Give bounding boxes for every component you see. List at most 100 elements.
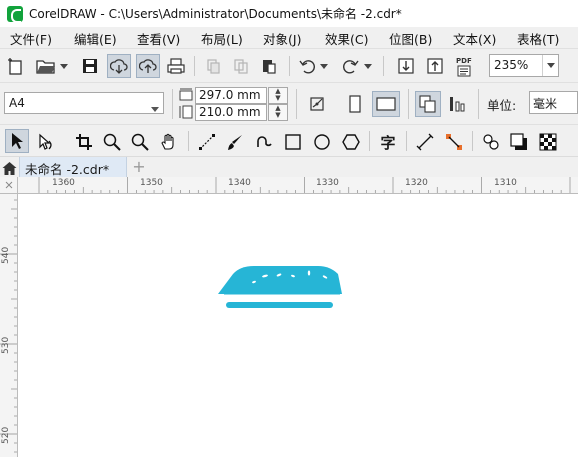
ruler-label: 1350	[140, 178, 163, 188]
drawing-canvas[interactable]	[18, 194, 578, 457]
zoom-level-value: 235%	[494, 58, 529, 72]
chevron-down-icon[interactable]	[542, 55, 558, 76]
landscape-icon[interactable]	[372, 91, 400, 117]
tab-document-label: 未命名 -2.cdr*	[25, 162, 110, 177]
portrait-icon[interactable]	[345, 93, 365, 115]
page-width-field[interactable]: 297.0 mm	[195, 87, 267, 104]
page-size-select[interactable]: A4	[4, 92, 164, 114]
menu-layout[interactable]: 布局(L)	[201, 29, 243, 48]
cloud-upload-icon[interactable]	[136, 54, 160, 78]
freehand-tool-icon[interactable]	[196, 131, 218, 153]
import-icon[interactable]	[396, 56, 416, 76]
zoom-tool-icon[interactable]	[101, 131, 123, 153]
artistic-media-tool-icon[interactable]	[224, 131, 246, 153]
toolbar-separator	[194, 56, 195, 76]
burger-bun-artwork[interactable]	[218, 266, 342, 308]
menu-effects[interactable]: 效果(C)	[325, 29, 368, 48]
toolbox: 字	[0, 124, 578, 156]
page-height-field[interactable]: 210.0 mm	[195, 104, 267, 121]
menu-view[interactable]: 查看(V)	[137, 29, 180, 48]
ellipse-tool-icon[interactable]	[311, 131, 333, 153]
export-icon[interactable]	[425, 56, 445, 76]
bezier-tool-icon[interactable]	[252, 131, 274, 153]
zoom-out-tool-icon[interactable]	[129, 131, 151, 153]
transparency-tool-icon[interactable]	[537, 131, 559, 153]
ruler-label: 520	[1, 426, 11, 444]
publish-pdf-icon[interactable]: PDF	[453, 54, 477, 78]
pdf-label: PDF	[456, 57, 472, 65]
redo-icon[interactable]	[341, 56, 361, 76]
window-title: CorelDRAW - C:\Users\Administrator\Docum…	[29, 7, 402, 21]
menu-text[interactable]: 文本(X)	[453, 29, 496, 48]
cut-icon[interactable]	[203, 56, 223, 76]
ruler-label: 1330	[316, 178, 339, 188]
print-icon[interactable]	[166, 56, 186, 76]
toolbar-separator	[369, 131, 370, 151]
ruler-label: 1320	[405, 178, 428, 188]
height-stepper[interactable]: ▲ ▼	[268, 104, 288, 121]
document-tab-bar: 未命名 -2.cdr* +	[0, 156, 578, 178]
parallel-dimension-tool-icon[interactable]	[414, 131, 436, 153]
tab-document[interactable]: 未命名 -2.cdr*	[19, 157, 127, 178]
pan-tool-icon[interactable]	[158, 131, 180, 153]
undo-icon[interactable]	[297, 56, 317, 76]
ruler-origin[interactable]	[0, 177, 18, 194]
toolbar-separator	[408, 89, 409, 119]
connector-tool-icon[interactable]	[443, 131, 465, 153]
menu-bar: 文件(F) 编辑(E) 查看(V) 布局(L) 对象(J) 效果(C) 位图(B…	[0, 27, 578, 48]
coreldraw-logo-icon	[7, 5, 23, 23]
save-icon[interactable]	[80, 56, 100, 76]
page-size-value: A4	[9, 96, 25, 110]
zoom-level-combo[interactable]: 235%	[489, 54, 559, 77]
current-page-icon[interactable]	[446, 93, 468, 115]
ruler-label: 1360	[52, 178, 75, 188]
vertical-ruler[interactable]: 540 530 520	[0, 194, 18, 457]
toolbar-separator	[472, 131, 473, 151]
cloud-download-icon[interactable]	[107, 54, 131, 78]
toolbar-separator	[478, 89, 479, 119]
add-tab-button[interactable]: +	[131, 159, 147, 175]
undo-dropdown-icon[interactable]	[319, 60, 329, 72]
chevron-down-icon	[151, 101, 159, 115]
units-label: 单位:	[487, 98, 517, 113]
standard-toolbar: PDF 235%	[0, 48, 578, 82]
menu-edit[interactable]: 编辑(E)	[74, 29, 117, 48]
paste-icon[interactable]	[259, 56, 279, 76]
polygon-tool-icon[interactable]	[340, 131, 362, 153]
menu-bitmaps[interactable]: 位图(B)	[389, 29, 432, 48]
page-width-icon	[178, 87, 194, 103]
toolbar-separator	[383, 56, 384, 76]
units-select[interactable]: 毫米	[529, 91, 578, 114]
new-document-icon[interactable]	[5, 56, 27, 76]
ruler-label: 540	[1, 246, 11, 264]
menu-file[interactable]: 文件(F)	[10, 29, 52, 48]
horizontal-ruler[interactable]: 1360 1350 1340 1330 1320 1310	[18, 177, 578, 194]
open-icon[interactable]	[35, 56, 57, 76]
copy-icon[interactable]	[231, 56, 251, 76]
toolbar-separator	[406, 131, 407, 151]
pick-tool-icon[interactable]	[5, 129, 29, 153]
drop-shadow-tool-icon[interactable]	[508, 131, 530, 153]
open-dropdown-icon[interactable]	[59, 60, 69, 72]
toolbar-separator	[296, 89, 297, 119]
rectangle-tool-icon[interactable]	[282, 131, 304, 153]
blend-tool-icon[interactable]	[480, 131, 502, 153]
width-stepper[interactable]: ▲ ▼	[268, 87, 288, 104]
page-height-icon	[178, 104, 194, 120]
menu-object[interactable]: 对象(J)	[263, 29, 301, 48]
menu-table[interactable]: 表格(T)	[517, 29, 559, 48]
ruler-label: 1340	[228, 178, 251, 188]
text-tool-icon[interactable]: 字	[377, 131, 399, 153]
page-width-value: 297.0 mm	[199, 88, 261, 102]
ruler-label: 530	[1, 336, 11, 354]
home-icon[interactable]	[0, 157, 19, 178]
toolbar-separator	[188, 131, 189, 151]
crop-tool-icon[interactable]	[73, 131, 95, 153]
units-value: 毫米	[533, 97, 558, 111]
shape-tool-icon[interactable]	[35, 131, 57, 153]
redo-dropdown-icon[interactable]	[363, 60, 373, 72]
all-pages-icon[interactable]	[415, 91, 441, 117]
property-bar: A4 297.0 mm ▲ ▼ 210.0 mm ▲ ▼ 单位: 毫米	[0, 82, 578, 124]
scale-page-icon[interactable]	[306, 93, 328, 115]
page-height-value: 210.0 mm	[199, 105, 261, 119]
